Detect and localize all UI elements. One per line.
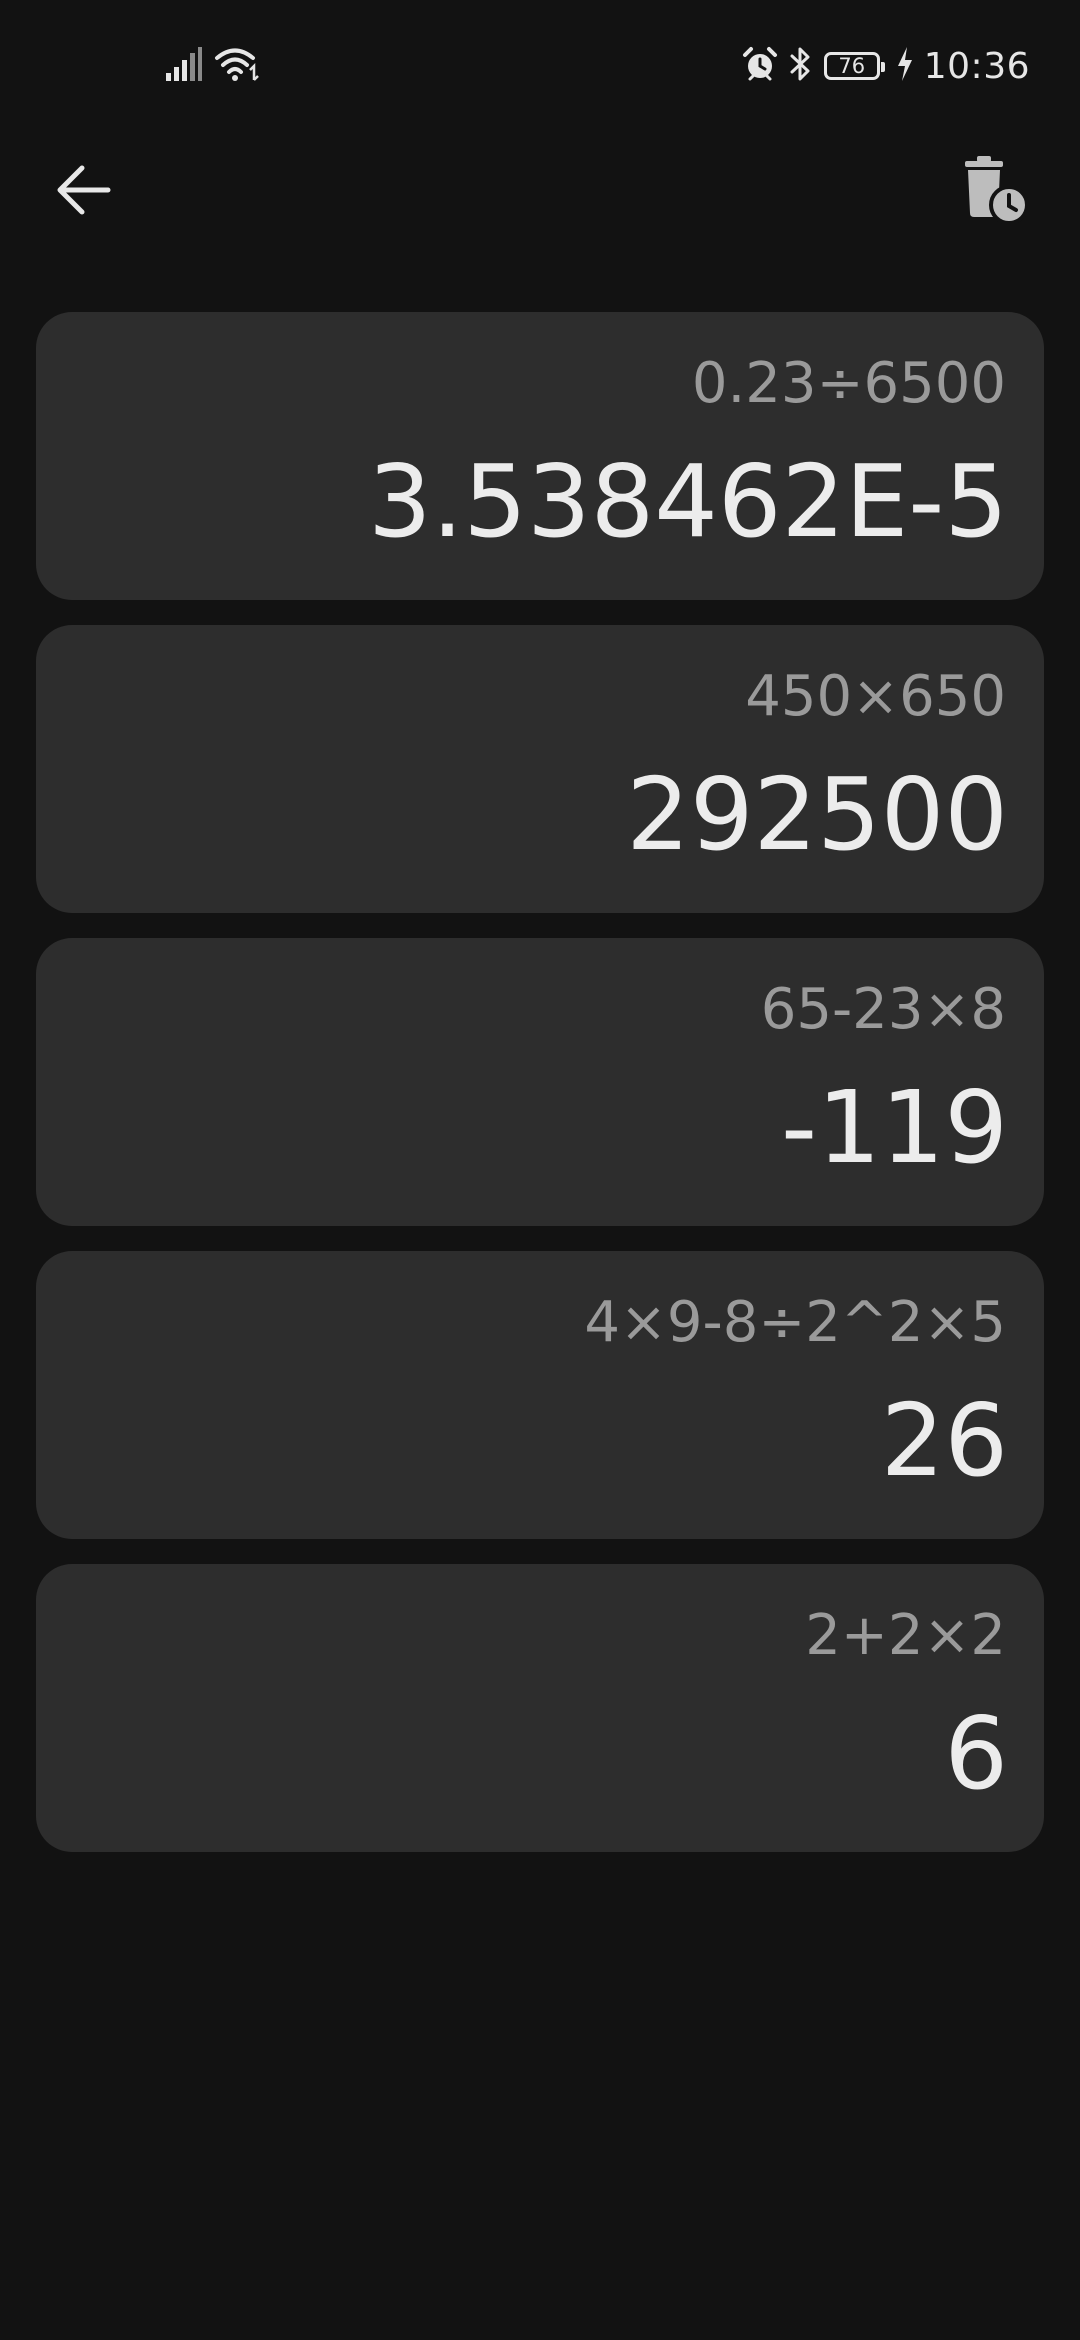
battery-icon: 76 — [823, 52, 885, 80]
wifi-icon — [214, 46, 260, 86]
history-list: 0.23÷6500 3.538462E-5 450×650 292500 65-… — [36, 312, 1044, 1877]
history-item[interactable]: 65-23×8 -119 — [36, 938, 1044, 1226]
history-item[interactable]: 2+2×2 6 — [36, 1564, 1044, 1852]
charging-icon — [896, 47, 914, 85]
history-expression: 450×650 — [745, 664, 1006, 729]
signal-icon — [164, 47, 202, 85]
history-result: 3.538462E-5 — [367, 443, 1008, 560]
clear-history-button[interactable] — [952, 150, 1036, 234]
history-expression: 0.23÷6500 — [691, 351, 1006, 416]
history-expression: 65-23×8 — [760, 977, 1006, 1042]
history-result: 292500 — [626, 756, 1008, 873]
status-bar: 76 10:36 — [0, 0, 1080, 132]
battery-level: 76 — [838, 53, 866, 78]
history-expression: 4×9-8÷2^2×5 — [584, 1290, 1006, 1355]
history-result: 26 — [880, 1382, 1008, 1499]
history-expression: 2+2×2 — [805, 1603, 1006, 1668]
arrow-left-icon — [56, 164, 112, 220]
status-time: 10:36 — [923, 45, 1030, 87]
history-result: 6 — [944, 1695, 1008, 1812]
trash-clock-icon — [959, 155, 1029, 229]
alarm-icon — [742, 46, 778, 86]
history-result: -119 — [781, 1069, 1008, 1186]
back-button[interactable] — [44, 152, 124, 232]
history-item[interactable]: 450×650 292500 — [36, 625, 1044, 913]
history-item[interactable]: 4×9-8÷2^2×5 26 — [36, 1251, 1044, 1539]
status-right: 76 10:36 — [742, 44, 1030, 88]
bluetooth-icon — [788, 46, 814, 86]
history-item[interactable]: 0.23÷6500 3.538462E-5 — [36, 312, 1044, 600]
status-left — [164, 46, 260, 86]
